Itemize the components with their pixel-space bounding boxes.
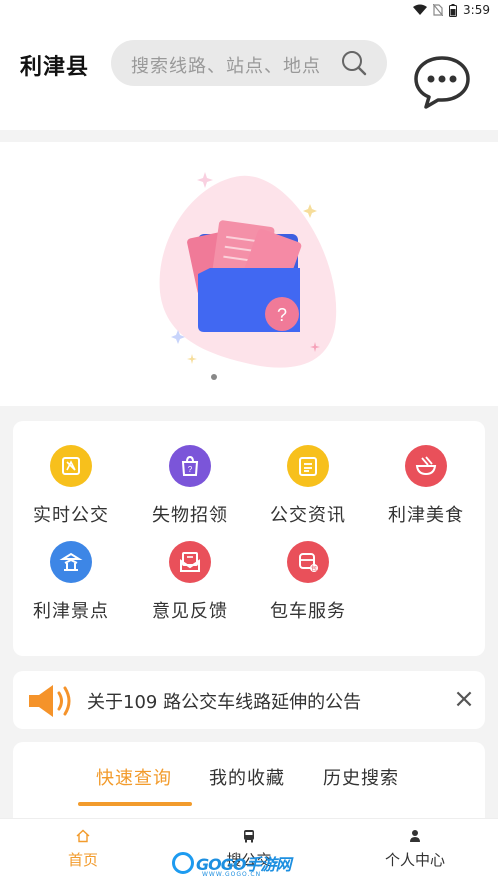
close-icon[interactable]: × [453,685,475,713]
nav-profile[interactable]: 个人中心 [382,829,448,870]
service-label: 公交资讯 [270,505,346,526]
message-icon[interactable] [412,54,472,110]
service-label: 实时公交 [33,505,109,526]
status-bar: 3:59 [0,0,498,22]
services-grid: 实时公交 ? 失物招领 公交资讯 利津美食 利津景点 意见反馈 包 包车服务 [13,421,485,656]
home-icon [66,829,100,845]
bottom-nav: 首页 搜公交 个人中心 GOGO手游网 WWW.GOGO.CN [0,818,498,887]
service-bus-news[interactable]: 公交资讯 [253,445,363,527]
food-icon [405,445,447,487]
service-label: 失物招领 [152,505,228,526]
service-label: 利津美食 [388,505,464,526]
charter-icon: 包 [287,541,329,583]
notice-text[interactable]: 关于109 路公交车线路延伸的公告 [87,688,361,714]
header: 利津县 搜索线路、站点、地点 [0,22,498,130]
banner-carousel[interactable]: ? [0,142,498,406]
search-icon[interactable] [341,50,367,76]
person-icon [382,829,448,845]
service-label: 利津景点 [33,601,109,622]
nav-label: 个人中心 [384,851,445,869]
tab-quick-query[interactable]: 快速查询 [96,764,172,790]
service-scenic[interactable]: 利津景点 [16,541,126,623]
service-lost-found[interactable]: ? 失物招领 [135,445,245,527]
query-tabs: 快速查询 我的收藏 历史搜索 [13,742,485,822]
nav-home[interactable]: 首页 [66,829,100,870]
tab-history[interactable]: 历史搜索 [323,764,399,790]
search-placeholder: 搜索线路、站点、地点 [131,56,321,77]
banner-illustration: ? [159,172,337,368]
active-tab-indicator [78,802,192,806]
service-realtime-bus[interactable]: 实时公交 [16,445,126,527]
scenic-icon [50,541,92,583]
watermark-circle-icon [172,852,194,874]
status-icons: 3:59 [413,3,490,17]
service-label: 意见反馈 [152,601,228,622]
carousel-indicator-dot[interactable] [211,374,217,380]
watermark-subtext: WWW.GOGO.CN [202,871,262,878]
svg-text:?: ? [188,465,193,474]
wifi-icon [413,4,428,15]
service-label: 包车服务 [270,601,346,622]
feedback-icon [169,541,211,583]
svg-text:?: ? [277,305,287,325]
speaker-icon [29,685,71,717]
service-feedback[interactable]: 意见反馈 [135,541,245,623]
bus-icon [224,829,274,845]
clock-time: 3:59 [463,3,490,17]
search-input[interactable]: 搜索线路、站点、地点 [111,40,387,86]
service-charter[interactable]: 包 包车服务 [253,541,363,623]
nav-label: 首页 [67,851,98,869]
no-sim-icon [433,4,444,16]
svg-text:包: 包 [311,565,317,573]
lost-found-icon: ? [169,445,211,487]
location-selector[interactable]: 利津县 [20,49,89,81]
watermark-logo: GOGO手游网 WWW.GOGO.CN [172,851,291,878]
news-icon [287,445,329,487]
battery-icon [449,3,458,17]
notice-bar[interactable]: 关于109 路公交车线路延伸的公告 × [13,671,485,729]
tab-favorites[interactable]: 我的收藏 [209,764,285,790]
bus-realtime-icon [50,445,92,487]
service-food[interactable]: 利津美食 [371,445,481,527]
